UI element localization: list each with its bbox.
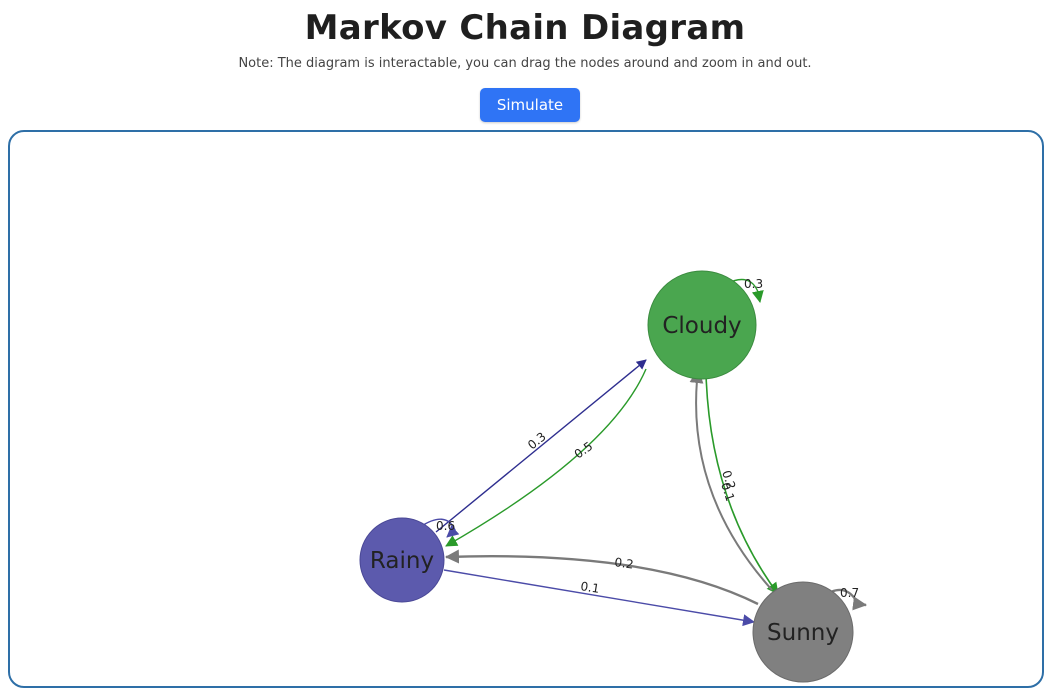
node-sunny-label: Sunny	[767, 620, 839, 646]
node-sunny[interactable]: Sunny	[752, 581, 854, 683]
node-cloudy-label: Cloudy	[662, 313, 741, 339]
interaction-note: Note: The diagram is interactable, you c…	[238, 56, 812, 71]
edge-rainy-to-sunny	[443, 569, 755, 627]
edge-label-sunny-self: 0.7	[840, 586, 859, 600]
page-title: Markov Chain Diagram	[304, 8, 746, 48]
node-rainy[interactable]: Rainy	[359, 517, 445, 603]
edge-cloudy-to-rainy	[445, 368, 647, 547]
edge-cloudy-to-sunny	[705, 373, 779, 595]
edge-label-rainy-cloudy: 0.3	[525, 429, 549, 452]
node-rainy-label: Rainy	[370, 548, 434, 574]
edge-label-sunny-rainy: 0.2	[614, 555, 635, 572]
diagram-canvas[interactable]: 0.3 0.5 0.2 0.1 0.2 0.1 0.3 0.6 0.7 Clou…	[8, 130, 1044, 688]
node-cloudy[interactable]: Cloudy	[647, 270, 757, 380]
markov-chain-svg[interactable]: 0.3 0.5 0.2 0.1 0.2 0.1 0.3 0.6 0.7 Clou…	[10, 132, 1042, 686]
edge-label-cloudy-self: 0.3	[744, 277, 763, 291]
simulate-button[interactable]: Simulate	[480, 88, 580, 122]
edge-label-rainy-self: 0.6	[436, 519, 455, 533]
edge-label-rainy-sunny: 0.1	[580, 579, 601, 596]
